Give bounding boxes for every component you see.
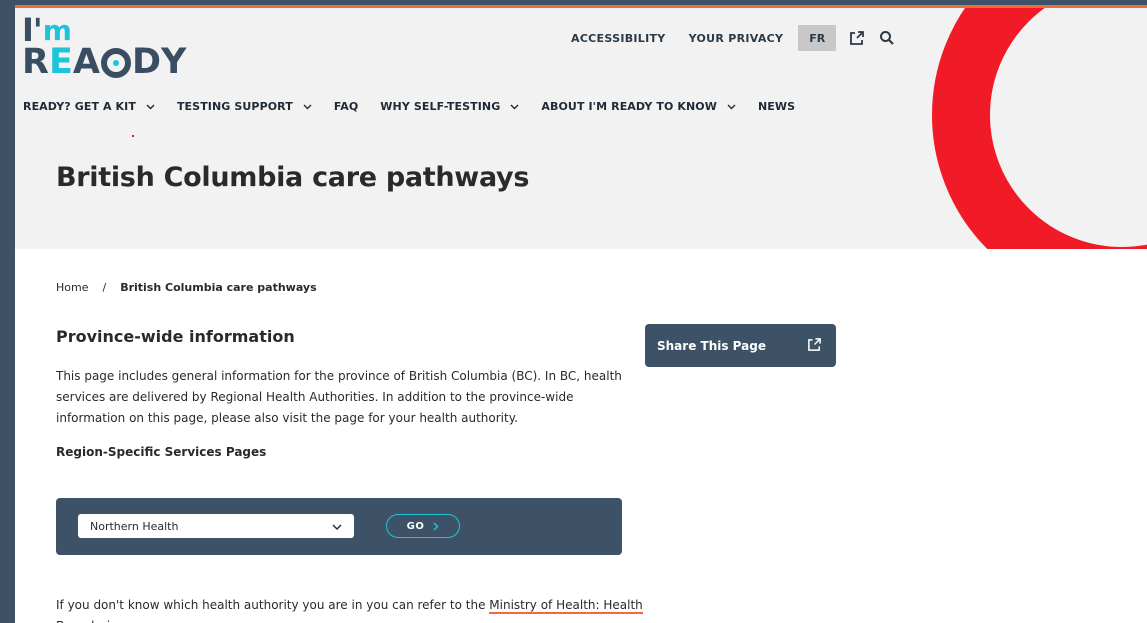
region-select[interactable]: Northern Health <box>78 514 354 538</box>
share-icon <box>807 337 822 355</box>
search-icon[interactable] <box>876 27 898 49</box>
accessibility-link[interactable]: ACCESSIBILITY <box>571 32 666 45</box>
region-pages-heading: Region-Specific Services Pages <box>56 445 267 459</box>
logo-letter-y: Y <box>161 42 187 82</box>
chevron-down-icon <box>146 104 155 110</box>
nav-about[interactable]: ABOUT I'M READY TO KNOW <box>541 100 736 113</box>
logo-o-mark <box>100 48 131 78</box>
site-logo[interactable]: I' m R E A D Y <box>22 11 187 82</box>
logo-text-i: I' <box>22 11 43 49</box>
logo-text-m: m <box>42 14 72 47</box>
go-button[interactable]: GO <box>386 514 460 538</box>
chevron-right-icon <box>433 521 439 531</box>
logo-letter-d: D <box>131 42 162 82</box>
nav-label: FAQ <box>333 100 359 113</box>
region-select-value: Northern Health <box>90 519 179 533</box>
go-button-label: GO <box>406 520 425 532</box>
privacy-link[interactable]: YOUR PRIVACY <box>689 32 784 45</box>
language-toggle[interactable]: FR <box>798 25 837 51</box>
breadcrumb-current: British Columbia care pathways <box>120 281 317 294</box>
chevron-down-icon <box>303 104 312 110</box>
main-nav: READY? GET A KIT TESTING SUPPORT FAQ WHY… <box>23 100 817 113</box>
top-accent-line <box>15 5 1147 8</box>
page-title: British Columbia care pathways <box>56 162 530 193</box>
nav-why-self-testing[interactable]: WHY SELF-TESTING <box>380 100 519 113</box>
decorative-ring <box>932 5 1147 249</box>
logo-letter-r: R <box>22 42 49 82</box>
nav-faq[interactable]: FAQ <box>334 100 358 113</box>
region-selector-bar: Northern Health GO <box>56 498 622 555</box>
nav-label: READY? GET A KIT <box>23 100 136 113</box>
share-page-button[interactable]: Share This Page <box>645 324 836 367</box>
nav-testing-support[interactable]: TESTING SUPPORT <box>177 100 312 113</box>
nav-label: ABOUT I'M READY TO KNOW <box>541 100 717 113</box>
section-heading: Province-wide information <box>56 327 295 346</box>
intro-paragraph: This page includes general information f… <box>56 369 622 425</box>
nav-label: TESTING SUPPORT <box>176 100 293 113</box>
health-authority-note: If you don't know which health authority… <box>56 595 656 623</box>
nav-get-a-kit[interactable]: READY? GET A KIT <box>23 100 155 113</box>
share-label: Share This Page <box>657 338 766 353</box>
nav-active-indicator <box>132 135 134 137</box>
logo-letter-a: A <box>72 42 100 82</box>
external-link-icon[interactable] <box>846 27 868 49</box>
breadcrumb-separator: / <box>102 281 107 294</box>
chevron-down-icon <box>332 520 342 533</box>
site-header: I' m R E A D Y ACCESSIBILITY YOUR PRIVAC… <box>15 5 1147 249</box>
note-text: If you don't know which health authority… <box>56 598 490 612</box>
breadcrumb-home[interactable]: Home <box>56 281 88 294</box>
logo-letter-e: E <box>48 42 73 82</box>
breadcrumb: Home / British Columbia care pathways <box>56 281 317 294</box>
browser-viewport: I' m R E A D Y ACCESSIBILITY YOUR PRIVAC… <box>15 5 1147 623</box>
chevron-down-icon <box>510 104 519 110</box>
nav-news[interactable]: NEWS <box>758 100 795 113</box>
nav-label: WHY SELF-TESTING <box>380 100 501 113</box>
nav-label: NEWS <box>757 100 796 113</box>
utility-nav: ACCESSIBILITY YOUR PRIVACY FR <box>571 25 898 51</box>
chevron-down-icon <box>727 104 736 110</box>
